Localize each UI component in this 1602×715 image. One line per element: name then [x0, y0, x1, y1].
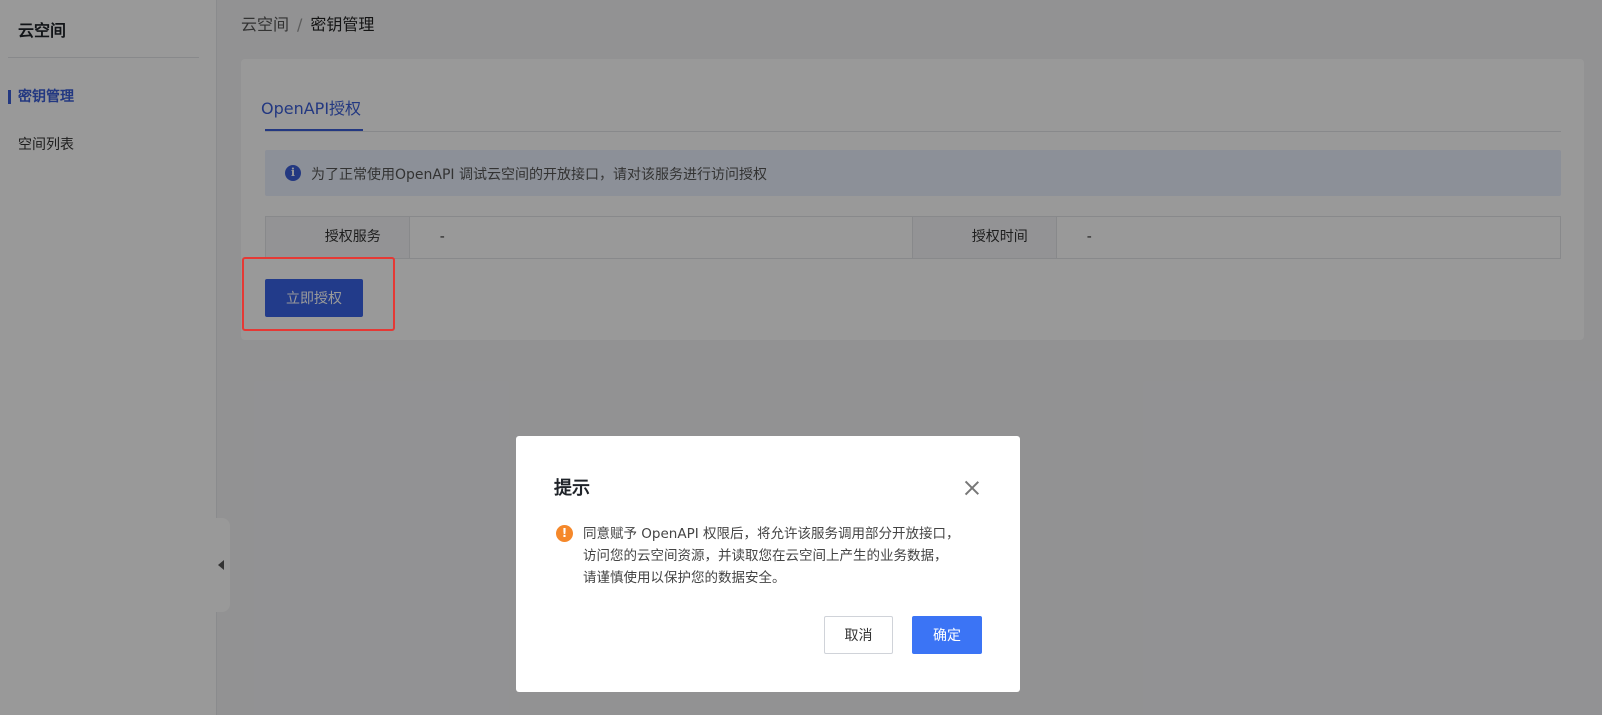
highlight-annotation	[242, 257, 395, 331]
dialog-message-line: 请谨慎使用以保护您的数据安全。	[583, 570, 786, 586]
close-icon[interactable]	[962, 478, 982, 498]
dialog-message-line: 同意赋予 OpenAPI 权限后，将允许该服务调用部分开放接口，	[583, 526, 960, 542]
dialog-title: 提示	[554, 478, 590, 499]
dialog-message-line: 访问您的云空间资源，并读取您在云空间上产生的业务数据，	[583, 548, 948, 564]
confirm-dialog: 提示 ! 同意赋予 OpenAPI 权限后，将允许该服务调用部分开放接口， 访问…	[516, 436, 1020, 692]
warning-icon: !	[556, 525, 573, 542]
confirm-button[interactable]: 确定	[912, 616, 982, 654]
cancel-button[interactable]: 取消	[824, 616, 893, 654]
dialog-message: 同意赋予 OpenAPI 权限后，将允许该服务调用部分开放接口， 访问您的云空间…	[583, 523, 983, 589]
